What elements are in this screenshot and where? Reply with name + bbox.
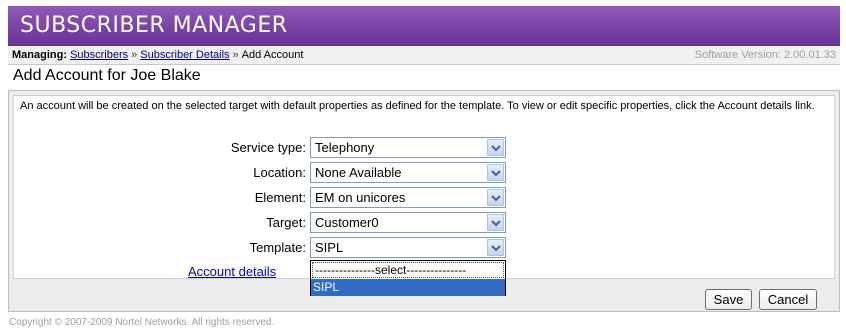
template-label: Template:: [249, 240, 306, 255]
page-title: Add Account for Joe Blake: [13, 67, 201, 84]
service-type-label: Service type:: [230, 140, 306, 155]
location-label: Location:: [253, 165, 306, 180]
save-button[interactable]: Save: [705, 289, 752, 310]
target-label: Target:: [266, 215, 306, 230]
breadcrumb-current: Add Account: [241, 49, 304, 61]
breadcrumb-subscriber-details-link[interactable]: Subscriber Details: [140, 49, 229, 61]
target-select[interactable]: Customer0: [310, 212, 506, 233]
account-details-link[interactable]: Account details: [188, 264, 276, 279]
software-version: Software Version: 2.00.01.33: [694, 49, 836, 61]
description-text: An account will be created on the select…: [20, 100, 815, 112]
service-type-select[interactable]: Telephony: [310, 137, 506, 158]
breadcrumb-bar: Managing: Subscribers» Subscriber Details…: [8, 47, 840, 65]
location-value: None Available: [315, 165, 402, 180]
chevron-down-icon[interactable]: [487, 189, 504, 206]
element-select[interactable]: EM on unicores: [310, 187, 506, 208]
copyright-footer: Copyright © 2007-2009 Nortel Networks. A…: [9, 317, 275, 328]
breadcrumb-separator: »: [232, 49, 239, 61]
chevron-down-icon[interactable]: [487, 239, 504, 256]
service-type-row: Service type: Telephony: [14, 137, 836, 159]
breadcrumb-subscribers-link[interactable]: Subscribers: [70, 49, 128, 61]
template-select[interactable]: SIPL: [310, 237, 506, 258]
app-window: SUBSCRIBER MANAGER Managing: Subscribers…: [0, 0, 846, 328]
breadcrumb-prefix: Managing:: [12, 49, 67, 61]
service-type-value: Telephony: [315, 140, 375, 155]
chevron-down-icon[interactable]: [487, 214, 504, 231]
chevron-down-icon[interactable]: [487, 139, 504, 156]
chevron-down-icon[interactable]: [487, 164, 504, 181]
element-row: Element: EM on unicores: [14, 187, 836, 209]
app-banner: SUBSCRIBER MANAGER: [8, 6, 840, 46]
location-select[interactable]: None Available: [310, 162, 506, 183]
template-option-select[interactable]: ---------------select---------------: [312, 262, 504, 278]
template-dropdown-list: ---------------select--------------- SIP…: [310, 260, 506, 296]
target-value: Customer0: [315, 215, 379, 230]
location-row: Location: None Available: [14, 162, 836, 184]
element-value: EM on unicores: [315, 190, 406, 205]
template-row: Template: SIPL: [14, 237, 836, 259]
form-area: An account will be created on the select…: [13, 95, 836, 296]
element-label: Element:: [254, 190, 306, 205]
app-title: SUBSCRIBER MANAGER: [20, 13, 288, 38]
content-panel: An account will be created on the select…: [8, 90, 840, 312]
template-option-sipl[interactable]: SIPL: [311, 279, 505, 296]
cancel-button[interactable]: Cancel: [759, 289, 817, 310]
target-row: Target: Customer0: [14, 212, 836, 234]
template-value: SIPL: [315, 240, 344, 255]
breadcrumb: Managing: Subscribers» Subscriber Details…: [12, 49, 303, 61]
breadcrumb-separator: »: [131, 49, 138, 61]
